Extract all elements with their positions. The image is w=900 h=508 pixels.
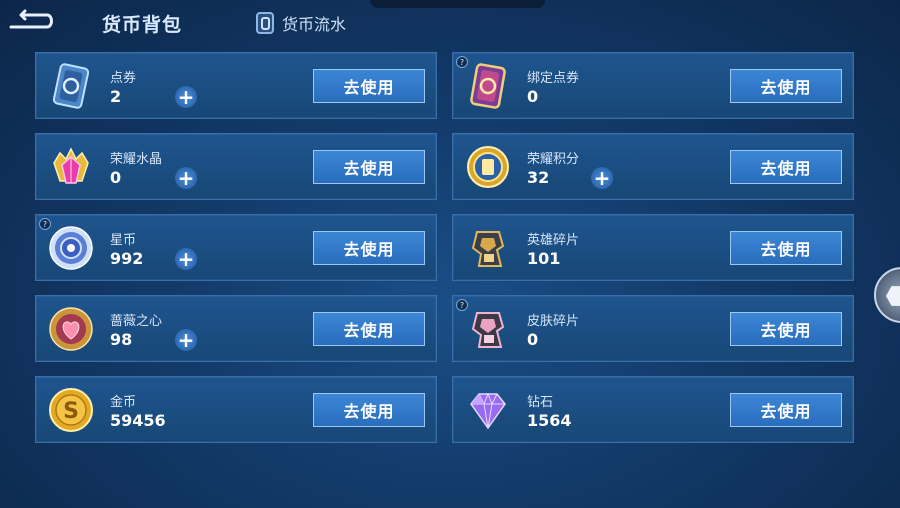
currency-flow-label: 货币流水 [282,15,347,34]
use-button[interactable]: 去使用 [730,69,842,103]
use-button[interactable]: 去使用 [730,393,842,427]
currency-name: 英雄碎片 [527,233,580,248]
skin-fragment-icon [463,305,513,353]
top-notch [370,0,545,8]
use-button[interactable]: 去使用 [730,231,842,265]
hexagon-icon [886,286,900,306]
currency-card-gold-coin: S 金币 59456 去使用 [35,376,437,443]
page-title: 货币背包 [102,14,183,36]
use-button[interactable]: 去使用 [730,312,842,346]
use-button[interactable]: 去使用 [313,393,425,427]
currency-name: 绑定点券 [527,71,580,86]
currency-flow-link[interactable]: 货币流水 [256,11,346,35]
currency-name: 星币 [110,233,137,248]
currency-card-honor-points: 荣耀积分 32 + 去使用 [452,133,854,200]
currency-name: 荣耀积分 [527,152,580,167]
use-button[interactable]: 去使用 [730,150,842,184]
currency-count: 2 [110,87,122,106]
add-honor-crystal-button[interactable]: + [175,167,197,189]
honor-crystal-icon [46,143,96,191]
gold-coin-icon: S [46,386,96,434]
currency-card-hero-fragment: 英雄碎片 101 去使用 [452,214,854,281]
currency-count: 0 [527,330,539,349]
currency-name: 蔷薇之心 [110,314,163,329]
currency-card-star-coin: ? 星币 992 + 去使用 [35,214,437,281]
currency-count: 0 [110,168,122,187]
currency-name: 荣耀水晶 [110,152,163,167]
currency-card-honor-crystal: 荣耀水晶 0 + 去使用 [35,133,437,200]
honor-points-icon [463,143,513,191]
voucher-icon [46,62,96,110]
currency-count: 992 [110,249,144,268]
currency-card-diamond: 钻石 1564 去使用 [452,376,854,443]
use-button[interactable]: 去使用 [313,69,425,103]
currency-card-rose-heart: 蔷薇之心 98 + 去使用 [35,295,437,362]
currency-count: 32 [527,168,550,187]
add-rose-heart-button[interactable]: + [175,329,197,351]
diamond-icon [463,386,513,434]
add-honor-points-button[interactable]: + [591,167,613,189]
currency-name: 钻石 [527,395,554,410]
back-button[interactable] [6,8,54,34]
currency-card-skin-fragment: ? 皮肤碎片 0 去使用 [452,295,854,362]
use-button[interactable]: 去使用 [313,312,425,346]
svg-text:S: S [63,399,79,424]
side-menu-button[interactable] [874,267,900,323]
top-bar: 货币背包 货币流水 [0,0,900,46]
back-arrow-icon [9,9,53,29]
use-button[interactable]: 去使用 [313,231,425,265]
currency-card-bound-voucher: ? 绑定点券 0 去使用 [452,52,854,119]
currency-count: 0 [527,87,539,106]
hero-fragment-icon [463,224,513,272]
currency-name: 皮肤碎片 [527,314,580,329]
bound-voucher-icon [463,62,513,110]
currency-name: 金币 [110,395,137,410]
rose-heart-icon [46,305,96,353]
currency-name: 点券 [110,71,137,86]
flow-icon [256,12,274,34]
currency-count: 59456 [110,411,166,430]
star-coin-icon [46,224,96,272]
currency-count: 98 [110,330,133,349]
use-button[interactable]: 去使用 [313,150,425,184]
add-voucher-button[interactable]: + [175,86,197,108]
currency-card-voucher: 点券 2 + 去使用 [35,52,437,119]
add-star-coin-button[interactable]: + [175,248,197,270]
currency-count: 1564 [527,411,572,430]
currency-count: 101 [527,249,561,268]
